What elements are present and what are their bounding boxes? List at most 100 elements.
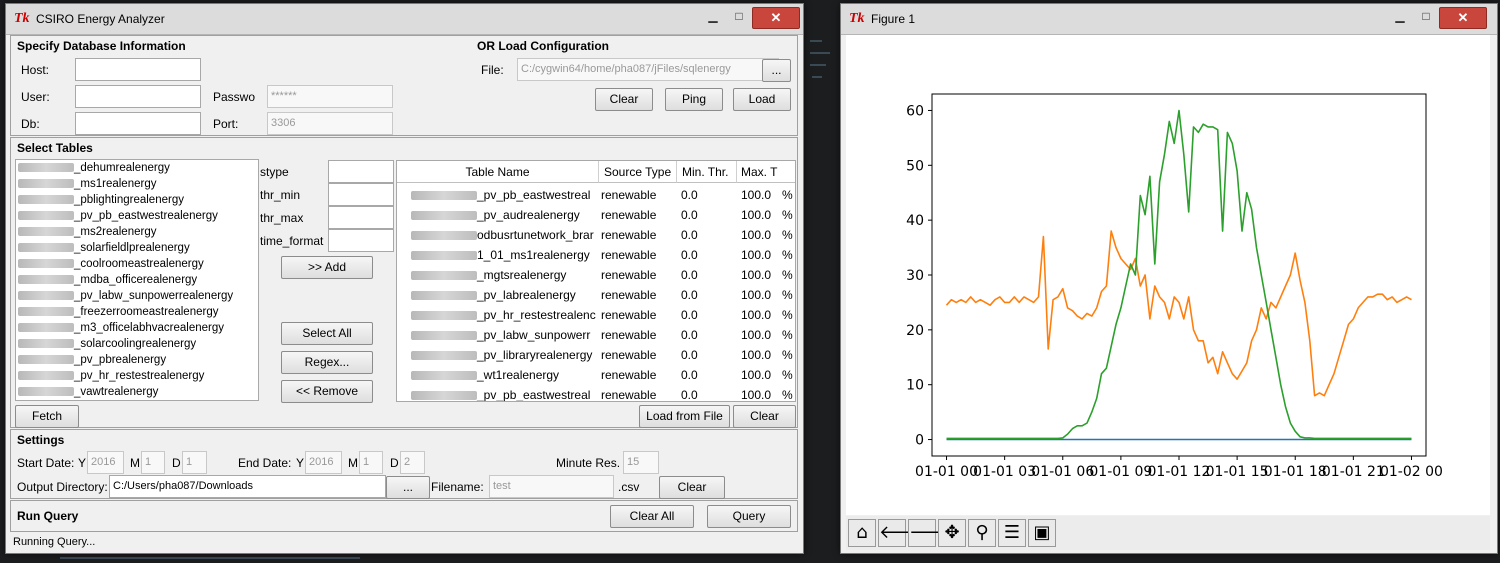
- list-item[interactable]: _pv_labw_sunpowerrealenergy: [16, 288, 258, 304]
- list-item[interactable]: _solarcoolingrealenergy: [16, 336, 258, 352]
- figure-close-button[interactable]: ✕: [1439, 7, 1487, 29]
- save-icon[interactable]: ▣: [1028, 519, 1056, 547]
- figure-maximize-button[interactable]: □: [1413, 8, 1439, 26]
- list-item[interactable]: _solarfieldlprealenergy: [16, 240, 258, 256]
- column-header-max-thr[interactable]: Max. T: [737, 161, 795, 183]
- clear-selected-tables-button[interactable]: Clear: [733, 405, 796, 428]
- list-item[interactable]: _freezerroomeastrealenergy: [16, 304, 258, 320]
- query-button[interactable]: Query: [707, 505, 791, 528]
- list-item[interactable]: _pblightingrealenergy: [16, 192, 258, 208]
- list-item[interactable]: _mdba_officerealenergy: [16, 272, 258, 288]
- list-item[interactable]: _m3_officelabhvacrealenergy: [16, 320, 258, 336]
- table-row[interactable]: _pv_libraryrealenergy renewable 0.0 100.0%: [397, 345, 795, 365]
- start-day-input[interactable]: 1: [182, 451, 207, 474]
- add-table-button[interactable]: >> Add: [281, 256, 373, 279]
- filename-input[interactable]: test: [489, 475, 614, 498]
- run-query-section: Run Query Clear All Query: [10, 500, 798, 532]
- output-dir-label: Output Directory:: [17, 480, 108, 494]
- remove-table-button[interactable]: << Remove: [281, 380, 373, 403]
- select-all-button[interactable]: Select All: [281, 322, 373, 345]
- minute-res-input[interactable]: 15: [623, 451, 659, 474]
- start-month-input[interactable]: 1: [141, 451, 165, 474]
- table-name-cell: _pv_labw_sunpowerr: [411, 325, 597, 345]
- zoom-icon[interactable]: ⚲: [968, 519, 996, 547]
- minimize-button[interactable]: ▁: [700, 8, 726, 26]
- list-item[interactable]: _pv_pbrealenergy: [16, 352, 258, 368]
- max-thr-cell: 100.0: [741, 228, 772, 242]
- stype-input[interactable]: [328, 160, 394, 183]
- maximize-button[interactable]: □: [726, 8, 752, 26]
- source-type-cell: renewable: [601, 388, 657, 402]
- selected-tables-table[interactable]: Table Name Source Type Min. Thr. Max. T …: [396, 160, 796, 402]
- forward-icon[interactable]: 🡒: [908, 519, 957, 547]
- clear-all-button[interactable]: Clear All: [610, 505, 694, 528]
- table-row[interactable]: odbusrtunetwork_brar renewable 0.0 100.0%: [397, 225, 795, 245]
- time-format-input[interactable]: [328, 229, 394, 252]
- load-button[interactable]: Load: [733, 88, 791, 111]
- thr-max-input[interactable]: [328, 206, 394, 229]
- browse-config-button[interactable]: ...: [762, 59, 791, 82]
- browse-output-dir-button[interactable]: ...: [386, 476, 430, 499]
- table-row[interactable]: _pv_hr_restestrealenc renewable 0.0 100.0%: [397, 305, 795, 325]
- table-row[interactable]: _mgtsrealenergy renewable 0.0 100.0%: [397, 265, 795, 285]
- list-item[interactable]: _vawtrealenergy: [16, 384, 258, 400]
- redacted-prefix: [18, 291, 74, 301]
- select-tables-section: Select Tables _dehumrealenergy _ms1realen…: [10, 137, 798, 428]
- end-year-input[interactable]: 2016: [305, 451, 342, 474]
- redacted-prefix: [18, 275, 74, 285]
- time-format-label: time_format: [260, 234, 324, 248]
- table-row[interactable]: _pv_labw_sunpowerr renewable 0.0 100.0%: [397, 325, 795, 345]
- table-row[interactable]: _wt1realenergy renewable 0.0 100.0%: [397, 365, 795, 385]
- clear-settings-button[interactable]: Clear: [659, 476, 725, 499]
- x-tick-label: 01-02 00: [1380, 464, 1443, 480]
- list-item[interactable]: _ms2realenergy: [16, 224, 258, 240]
- password-input[interactable]: ******: [267, 85, 393, 108]
- figure-canvas[interactable]: 0 10 20 30 40 50 60 01-01 00 01-01 03 01-01 06 01-…: [846, 35, 1490, 515]
- load-from-file-button[interactable]: Load from File: [639, 405, 730, 428]
- thr-max-label: thr_max: [260, 211, 304, 225]
- port-input[interactable]: 3306: [267, 112, 393, 135]
- end-month-label: M: [348, 456, 358, 470]
- analyzer-title-bar[interactable]: Tk CSIRO Energy Analyzer ▁ □ ✕: [6, 4, 803, 35]
- table-row[interactable]: 1_01_ms1realenergy renewable 0.0 100.0%: [397, 245, 795, 265]
- config-file-input[interactable]: C:/cygwin64/home/pha087/jFiles/sqlenergy: [517, 58, 779, 81]
- user-input[interactable]: [75, 85, 201, 108]
- column-header-table-name[interactable]: Table Name: [397, 161, 599, 183]
- table-name-text: _pv_hr_restestrealenc: [477, 308, 596, 322]
- end-day-input[interactable]: 2: [400, 451, 425, 474]
- output-dir-input[interactable]: C:/Users/pha087/Downloads: [109, 475, 386, 498]
- figure-minimize-button[interactable]: ▁: [1387, 8, 1413, 26]
- back-icon[interactable]: 🡐: [878, 519, 927, 547]
- host-input[interactable]: [75, 58, 201, 81]
- column-header-min-thr[interactable]: Min. Thr.: [677, 161, 737, 183]
- list-item[interactable]: _ms1realenergy: [16, 176, 258, 192]
- db-input[interactable]: [75, 112, 201, 135]
- figure-title-bar[interactable]: Tk Figure 1 ▁ □ ✕: [841, 4, 1497, 35]
- available-tables-list[interactable]: _dehumrealenergy _ms1realenergy _pblightin…: [15, 159, 259, 401]
- y-tick-label: 50: [906, 158, 924, 174]
- close-button[interactable]: ✕: [752, 7, 800, 29]
- start-year-input[interactable]: 2016: [87, 451, 124, 474]
- list-item[interactable]: _dehumrealenergy: [16, 160, 258, 176]
- home-icon[interactable]: ⌂: [848, 519, 876, 547]
- regex-button[interactable]: Regex...: [281, 351, 373, 374]
- pan-icon[interactable]: ✥: [938, 519, 966, 547]
- table-row[interactable]: _pv_labrealenergy renewable 0.0 100.0%: [397, 285, 795, 305]
- table-row[interactable]: _pv_pb_eastwestreal renewable 0.0 100.0%: [397, 185, 795, 205]
- fetch-button[interactable]: Fetch: [15, 405, 79, 428]
- min-thr-cell: 0.0: [681, 328, 698, 342]
- table-row[interactable]: _pv_pb_eastwestreal renewable 0.0 100.0%: [397, 385, 795, 402]
- list-item[interactable]: _pv_pb_eastwestrealenergy: [16, 208, 258, 224]
- table-row[interactable]: _pv_audrealenergy renewable 0.0 100.0%: [397, 205, 795, 225]
- end-month-input[interactable]: 1: [359, 451, 383, 474]
- end-date-label: End Date:: [238, 456, 292, 470]
- list-item[interactable]: _pv_hr_restestrealenergy: [16, 368, 258, 384]
- ping-button[interactable]: Ping: [665, 88, 723, 111]
- configure-icon[interactable]: ☰: [998, 519, 1026, 547]
- clear-config-button[interactable]: Clear: [595, 88, 653, 111]
- list-item[interactable]: _coolroomeastrealenergy: [16, 256, 258, 272]
- column-header-source-type[interactable]: Source Type: [599, 161, 677, 183]
- thr-min-input[interactable]: [328, 183, 394, 206]
- redacted-prefix: [18, 371, 74, 381]
- redacted-prefix: [411, 291, 477, 301]
